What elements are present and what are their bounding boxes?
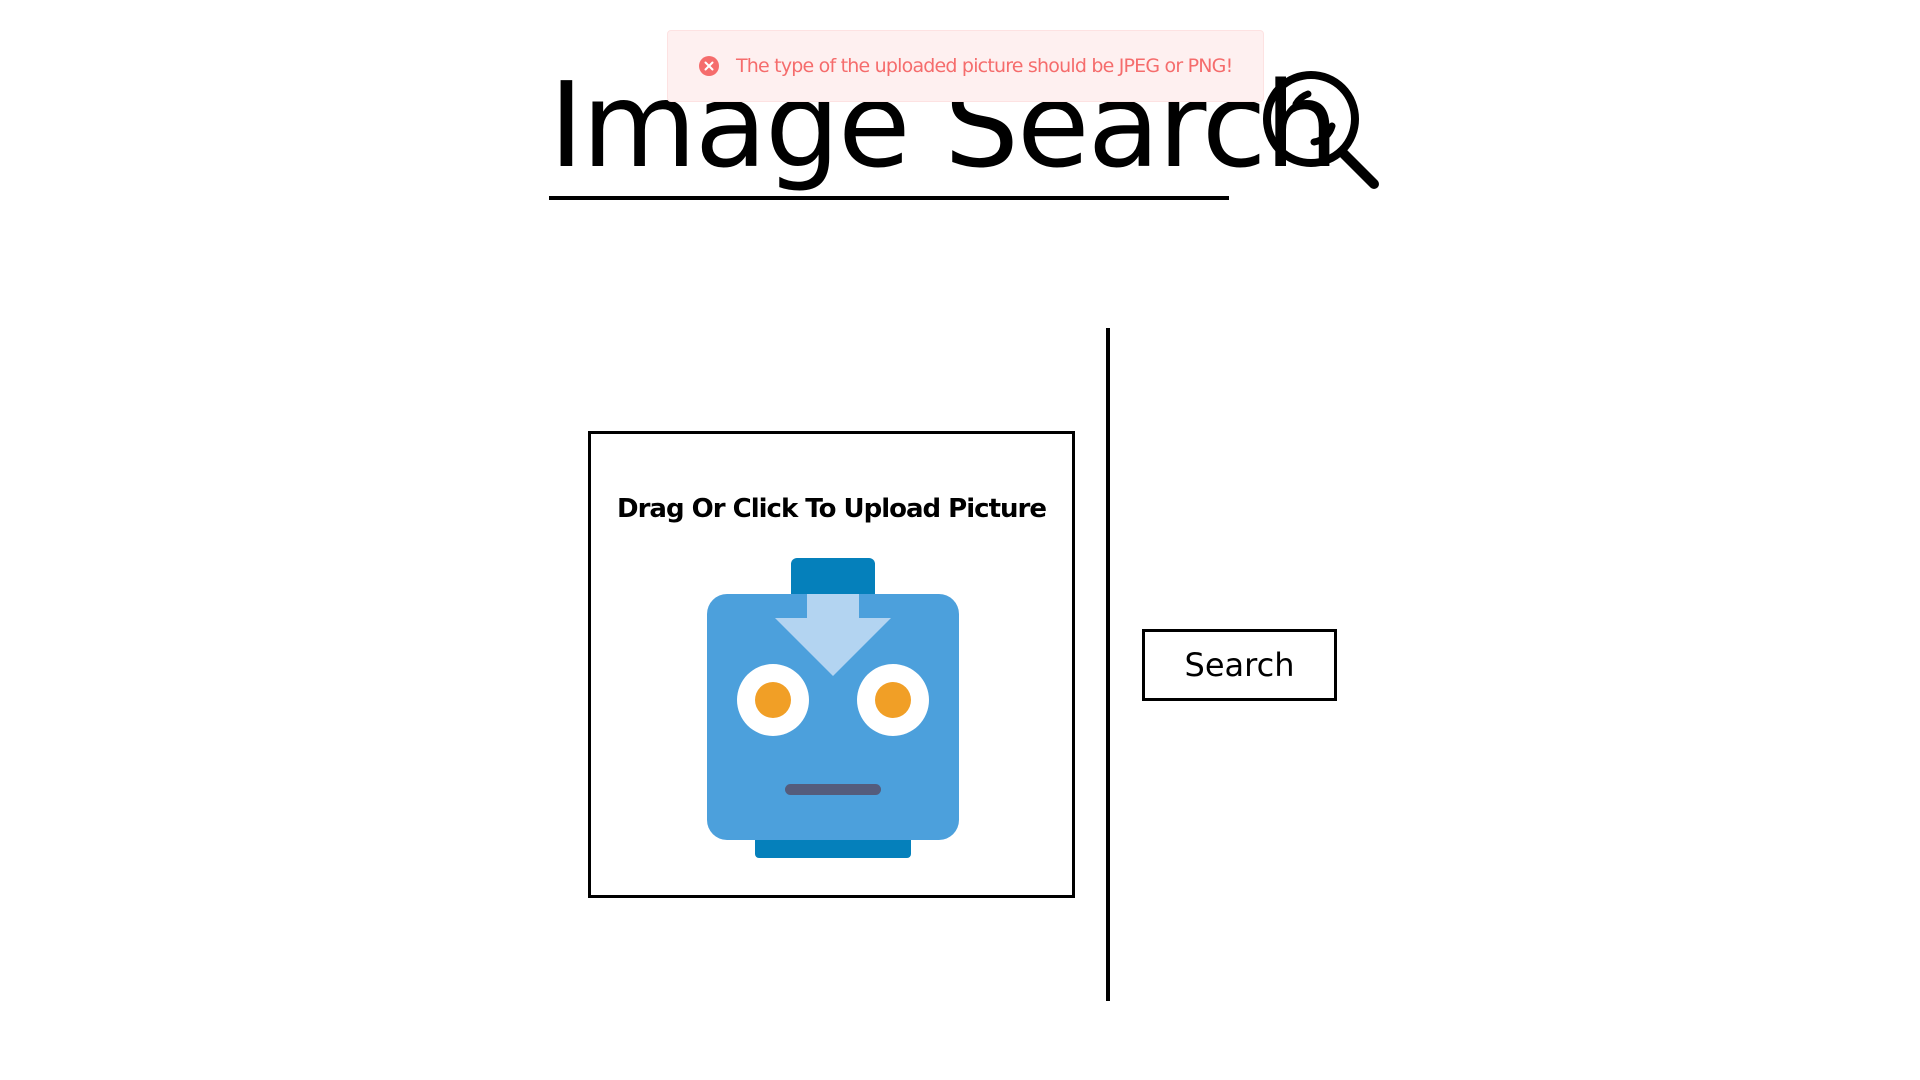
upload-dropzone[interactable]: Drag Or Click To Upload Picture [588, 431, 1075, 898]
toast-message: The type of the uploaded picture should … [736, 55, 1233, 77]
image-search-page: Image Search The type of the uploaded pi… [0, 0, 1920, 1080]
upload-label: Drag Or Click To Upload Picture [617, 494, 1047, 524]
title-underline [549, 196, 1229, 200]
magnifier-icon [1263, 71, 1379, 189]
search-button[interactable]: Search [1142, 629, 1337, 701]
robot-upload-icon [707, 558, 959, 858]
vertical-divider [1106, 328, 1110, 1001]
error-toast: The type of the uploaded picture should … [667, 30, 1264, 102]
error-circle-icon [699, 56, 719, 76]
